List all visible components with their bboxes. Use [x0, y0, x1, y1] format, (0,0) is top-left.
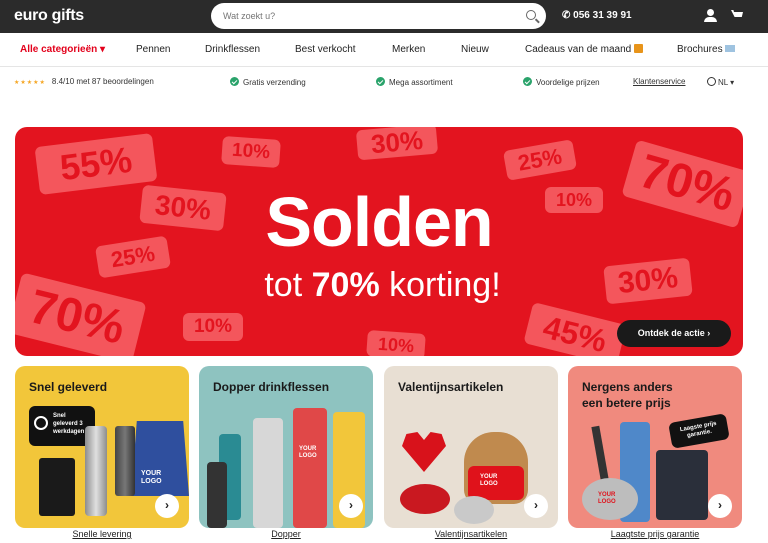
customer-service-link[interactable]: Klantenservice	[633, 77, 685, 86]
usp-bar: ★★★★★ 8.4/10 met 87 beoordelingen Gratis …	[0, 67, 768, 99]
hero-sub-prefix: tot	[264, 266, 303, 304]
stopwatch-icon	[34, 416, 48, 430]
price-guarantee-badge: Laagste prijs garantie.	[668, 413, 730, 449]
bottle-image	[85, 426, 107, 516]
usp-text: Gratis verzending	[243, 78, 306, 87]
check-icon	[230, 77, 239, 86]
usp-prices: Voordelige prijzen	[523, 77, 600, 87]
chevron-down-icon: ▾	[97, 44, 106, 55]
bottle-image	[207, 462, 227, 528]
card-title: Nergens anders een betere prijs	[582, 380, 673, 410]
top-bar: euro gifts ✆ 056 31 39 91	[0, 0, 768, 33]
language-selector[interactable]: NL ▾	[707, 77, 734, 87]
logo-print: YOUR LOGO	[598, 492, 616, 505]
chevron-down-icon: ▾	[727, 78, 735, 87]
card-dopper[interactable]: Dopper drinkflessen YOUR LOGO ›	[199, 366, 373, 528]
notebook-image	[656, 450, 708, 520]
card-arrow-button[interactable]: ›	[708, 494, 732, 518]
main-nav: Alle categorieën ▾ Pennen Drinkflessen B…	[0, 33, 768, 67]
user-icon[interactable]	[704, 9, 717, 22]
hero-sub-bold: 70%	[311, 266, 380, 304]
hero-subtitle: tot 70% korting!	[15, 266, 743, 305]
cta-label: Ontdek de actie	[637, 328, 705, 338]
card-title: Dopper drinkflessen	[213, 380, 330, 394]
card-valentijn[interactable]: Valentijnsartikelen YOUR LOGO ›	[384, 366, 558, 528]
discount-tag: 25%	[502, 139, 578, 181]
logo-print: YOUR LOGO	[480, 474, 498, 487]
thermos-image	[115, 426, 135, 496]
pen-image	[591, 425, 609, 481]
usp-assortment: Mega assortiment	[376, 77, 453, 87]
gift-icon	[633, 44, 643, 53]
card-beste-prijs[interactable]: Nergens anders een betere prijs Laagste …	[568, 366, 742, 528]
card-link[interactable]: Dopper	[199, 529, 373, 539]
check-icon	[376, 77, 385, 86]
phone-icon: ✆	[562, 10, 574, 21]
card-link[interactable]: Valentijnsartikelen	[384, 529, 558, 539]
phone-number[interactable]: ✆ 056 31 39 91	[562, 10, 632, 21]
nav-label: Alle categorieën	[20, 44, 98, 55]
heart-keychain-image	[402, 432, 446, 472]
phone-text: 056 31 39 91	[573, 10, 632, 21]
usp-text: Mega assortiment	[389, 78, 453, 87]
nav-label: Cadeaus van de maand	[525, 44, 632, 55]
stars-icon: ★★★★★	[14, 80, 46, 86]
chevron-right-icon: ›	[704, 328, 711, 338]
card-arrow-button[interactable]: ›	[155, 494, 179, 518]
nav-label: Brochures	[677, 44, 723, 55]
nav-merken[interactable]: Merken	[392, 44, 425, 55]
logo-print: YOUR LOGO	[299, 446, 317, 459]
hero-sub-suffix: korting!	[389, 266, 501, 304]
bottle-image	[253, 418, 283, 528]
bottle-image	[293, 408, 327, 528]
heart-box-image	[400, 484, 450, 514]
check-icon	[523, 77, 532, 86]
tin-image	[454, 496, 494, 524]
globe-icon	[707, 77, 716, 86]
card-title: Snel geleverd	[29, 380, 108, 394]
usp-shipping: Gratis verzending	[230, 77, 306, 87]
cart-icon[interactable]	[731, 10, 743, 17]
nav-all-categories[interactable]: Alle categorieën ▾	[20, 44, 105, 55]
notebook-image	[39, 458, 75, 516]
discount-tag: 10%	[366, 330, 426, 356]
nav-nieuw[interactable]: Nieuw	[461, 44, 489, 55]
nav-brochures[interactable]: Brochures	[677, 44, 736, 55]
nav-best-verkocht[interactable]: Best verkocht	[295, 44, 356, 55]
discount-tag: 30%	[355, 127, 439, 161]
book-icon	[725, 45, 736, 52]
nav-drinkflessen[interactable]: Drinkflessen	[205, 44, 260, 55]
card-link[interactable]: Snelle levering	[15, 529, 189, 539]
discount-tag: 10%	[221, 136, 281, 168]
rating-text: 8.4/10 met 87 beoordelingen	[51, 77, 154, 86]
search-input[interactable]	[223, 8, 513, 24]
card-arrow-button[interactable]: ›	[524, 494, 548, 518]
hero-banner[interactable]: 55% 10% 30% 25% 70% 30% 10% 25% 70% 10% …	[15, 127, 743, 356]
search-bar[interactable]	[211, 3, 546, 29]
card-title: Valentijnsartikelen	[398, 380, 504, 394]
badge-text: Snel geleverd 3 werkdagen	[53, 413, 85, 435]
card-link[interactable]: Laagtste prijs garantie	[568, 529, 742, 539]
usp-text: Voordelige prijzen	[536, 78, 600, 87]
nav-cadeaus[interactable]: Cadeaus van de maand	[525, 44, 643, 55]
card-arrow-button[interactable]: ›	[339, 494, 363, 518]
cta-button[interactable]: Ontdek de actie ›	[617, 320, 731, 347]
language-text: NL	[718, 78, 728, 87]
logo-print: YOUR LOGO	[141, 470, 162, 485]
search-icon[interactable]	[526, 10, 536, 20]
nav-pennen[interactable]: Pennen	[136, 44, 170, 55]
rating[interactable]: ★★★★★ 8.4/10 met 87 beoordelingen	[14, 77, 154, 86]
discount-tag: 10%	[183, 313, 243, 341]
logo[interactable]: euro gifts	[14, 7, 84, 25]
discount-tag: 45%	[523, 302, 627, 356]
card-snel-geleverd[interactable]: Snel geleverd Snel geleverd 3 werkdagen …	[15, 366, 189, 528]
hero-title: Solden	[265, 183, 493, 261]
